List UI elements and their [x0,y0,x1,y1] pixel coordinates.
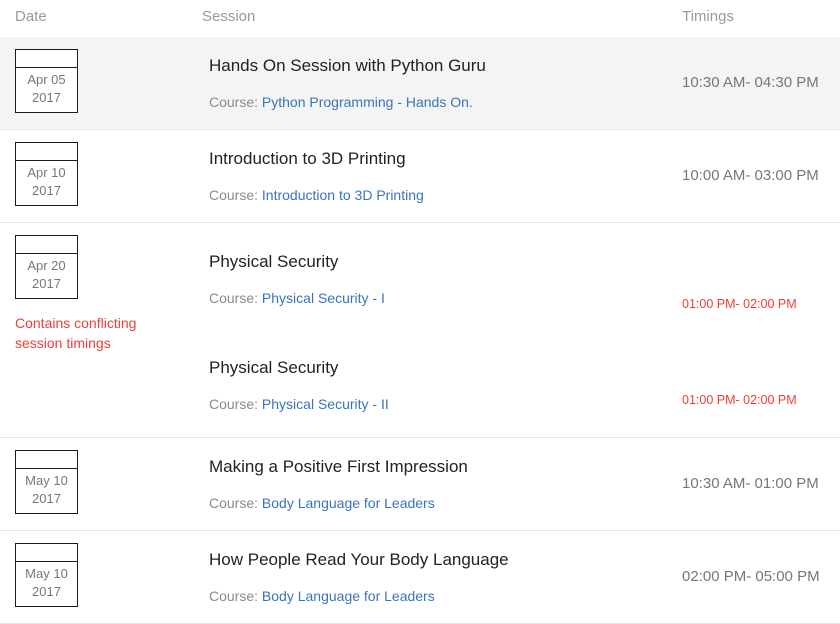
cell-timings: 10:30 AM- 01:00 PM [682,438,840,530]
session-block: Physical Security Course: Physical Securi… [209,337,682,437]
session-block: Hands On Session with Python Guru Course:… [209,37,682,129]
session-timing: 01:00 PM- 02:00 PM [682,297,797,311]
course-link[interactable]: Physical Security - II [262,396,389,412]
cell-timings: 10:00 AM- 03:00 PM [682,130,840,222]
date-chip-band [16,143,77,161]
session-title: Making a Positive First Impression [209,457,468,476]
session-title: How People Read Your Body Language [209,550,509,569]
cell-session: Physical Security Course: Physical Securi… [202,223,682,437]
course-link[interactable]: Introduction to 3D Printing [262,187,424,203]
table-body: Apr 05 2017 Hands On Session with Python G… [0,37,840,624]
session-title: Physical Security [209,252,339,271]
cell-timings: 10:30 AM- 04:30 PM [682,37,840,129]
cell-session: Hands On Session with Python Guru Course:… [202,37,682,129]
date-chip-text: Apr 05 2017 [16,68,77,112]
session-block: How People Read Your Body Language Course… [209,531,682,623]
course-prefix-label: Course: [209,290,259,306]
date-year: 2017 [32,584,61,599]
session-title: Hands On Session with Python Guru [209,56,486,75]
course-link[interactable]: Physical Security - I [262,290,385,306]
date-chip-band [16,236,77,254]
date-month-day: May 10 [25,566,68,581]
course-prefix-label: Course: [209,396,259,412]
course-link[interactable]: Body Language for Leaders [262,588,435,604]
date-chip-band [16,544,77,562]
course-link[interactable]: Python Programming - Hands On. [262,94,473,110]
date-year: 2017 [32,183,61,198]
session-course-line: Course: Python Programming - Hands On. [209,93,682,111]
cell-date: Apr 05 2017 [0,37,202,129]
column-header-date: Date [15,8,47,25]
session-course-line: Course: Body Language for Leaders [209,587,682,605]
date-chip-band [16,451,77,469]
date-month-day: Apr 05 [27,72,66,87]
date-chip-band [16,50,77,68]
conflict-warning: Contains conflicting session timings [15,315,137,351]
date-chip-text: May 10 2017 [16,469,77,513]
cell-date: May 10 2017 [0,531,202,623]
cell-timings: 02:00 PM- 05:00 PM [682,531,840,623]
cell-timings: 01:00 PM- 02:00 PM 01:00 PM- 02:00 PM [682,223,840,437]
session-course-line: Course: Physical Security - I [209,289,682,307]
session-timing: 01:00 PM- 02:00 PM [682,393,797,407]
session-timing: 02:00 PM- 05:00 PM [682,568,820,585]
date-month-day: Apr 20 [27,258,66,273]
course-prefix-label: Course: [209,588,259,604]
session-block: Making a Positive First Impression Course… [209,438,682,530]
cell-date: Apr 20 2017 Contains conflicting session t… [0,223,202,437]
session-course-line: Course: Introduction to 3D Printing [209,186,682,204]
column-header-session: Session [202,8,256,25]
date-chip-text: May 10 2017 [16,562,77,606]
table-header-row: Date Session Timings [0,0,840,37]
session-title: Physical Security [209,358,339,377]
table-row[interactable]: May 10 2017 How People Read Your Body Lang… [0,531,840,624]
date-month-day: May 10 [25,473,68,488]
session-timing: 10:00 AM- 03:00 PM [682,167,819,184]
course-prefix-label: Course: [209,94,259,110]
table-row[interactable]: Apr 10 2017 Introduction to 3D Printing Cou… [0,130,840,223]
timing-slot: 01:00 PM- 02:00 PM [682,329,840,429]
course-prefix-label: Course: [209,187,259,203]
column-header-timings: Timings [682,8,734,25]
date-chip-text: Apr 20 2017 [16,254,77,298]
date-year: 2017 [32,491,61,506]
cell-date: Apr 10 2017 [0,130,202,222]
date-month-day: Apr 10 [27,165,66,180]
date-year: 2017 [32,90,61,105]
session-title: Introduction to 3D Printing [209,149,406,168]
date-chip: May 10 2017 [15,543,78,607]
session-course-line: Course: Body Language for Leaders [209,494,682,512]
course-link[interactable]: Body Language for Leaders [262,495,435,511]
date-chip: Apr 05 2017 [15,49,78,113]
session-block: Physical Security Course: Physical Securi… [209,223,682,337]
session-timing: 10:30 AM- 01:00 PM [682,475,819,492]
cell-session: Making a Positive First Impression Course… [202,438,682,530]
date-chip: Apr 20 2017 [15,235,78,299]
table-row[interactable]: May 10 2017 Making a Positive First Impres… [0,438,840,531]
date-chip-text: Apr 10 2017 [16,161,77,205]
course-prefix-label: Course: [209,495,259,511]
cell-session: How People Read Your Body Language Course… [202,531,682,623]
session-schedule-table: Date Session Timings Apr 05 2017 Hands On … [0,0,840,624]
session-block: Introduction to 3D Printing Course: Intro… [209,130,682,222]
table-row[interactable]: Apr 05 2017 Hands On Session with Python G… [0,37,840,130]
session-timing: 10:30 AM- 04:30 PM [682,74,819,91]
date-chip: Apr 10 2017 [15,142,78,206]
session-course-line: Course: Physical Security - II [209,395,682,413]
date-year: 2017 [32,276,61,291]
cell-session: Introduction to 3D Printing Course: Intro… [202,130,682,222]
date-chip: May 10 2017 [15,450,78,514]
table-row[interactable]: Apr 20 2017 Contains conflicting session t… [0,223,840,438]
cell-date: May 10 2017 [0,438,202,530]
timing-slot: 01:00 PM- 02:00 PM [682,223,840,329]
